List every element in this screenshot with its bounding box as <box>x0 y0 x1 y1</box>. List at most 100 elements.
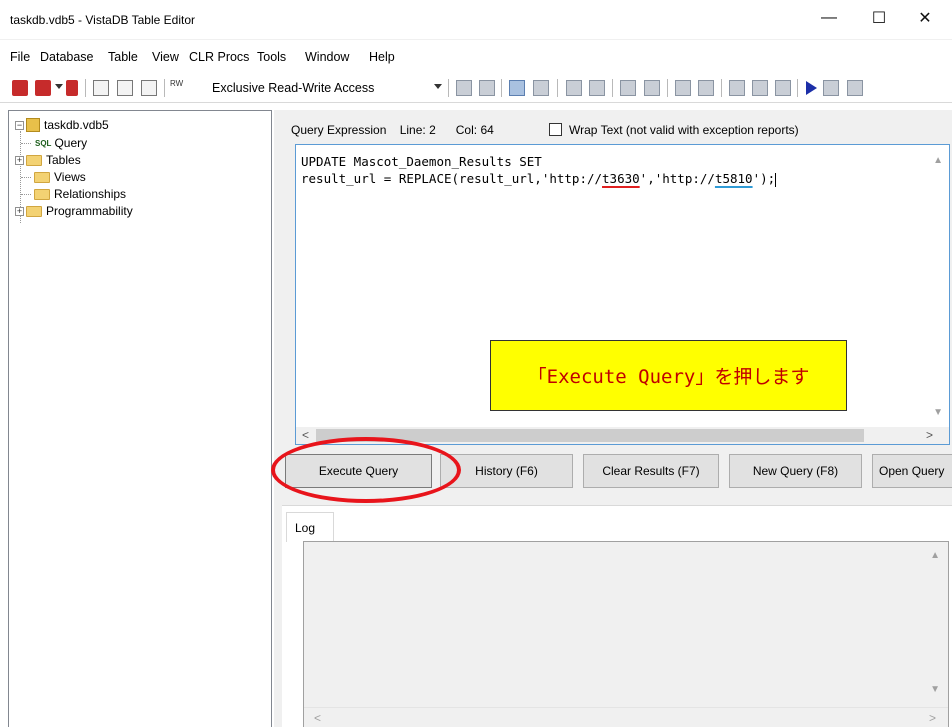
toolbar: RW Exclusive Read-Write Access <box>0 73 952 103</box>
scroll-left-icon[interactable]: < <box>314 711 321 725</box>
toolbar-separator <box>612 79 613 97</box>
instruction-callout: 「Execute Query」を押します <box>490 340 847 411</box>
expand-icon[interactable]: + <box>15 206 24 216</box>
panel-splitter[interactable] <box>274 110 282 727</box>
read-write-icon: RW <box>170 79 184 88</box>
wrap-text-label: Wrap Text (not valid with exception repo… <box>569 123 799 137</box>
spellcheck-underline-blue: t5810 <box>714 171 753 186</box>
code-line-2: result_url = REPLACE(result_url,'http://… <box>301 171 777 187</box>
access-mode-dropdown[interactable]: Exclusive Read-Write Access <box>212 81 374 95</box>
sql-run-icon[interactable] <box>117 80 133 96</box>
query-expression-label: Query Expression <box>291 123 387 137</box>
table-grid-icon[interactable] <box>456 80 472 96</box>
tool-icon[interactable] <box>775 80 791 96</box>
toolbar-separator <box>85 79 86 97</box>
key-delete-icon[interactable] <box>698 80 714 96</box>
db-close-icon[interactable] <box>12 80 28 96</box>
menu-clr-procs[interactable]: CLR Procs <box>189 50 249 64</box>
script-icon[interactable] <box>729 80 745 96</box>
db-open-icon[interactable] <box>35 80 51 96</box>
scroll-left-icon[interactable]: < <box>302 428 309 442</box>
scroll-right-icon[interactable]: > <box>926 428 933 442</box>
sql-export-icon[interactable] <box>141 80 157 96</box>
column-indicator: Col: 64 <box>455 123 494 137</box>
chevron-down-icon[interactable] <box>55 84 63 89</box>
text-caret <box>775 172 777 187</box>
database-tree[interactable]: − taskdb.vdb5 SQL Query + Tables Views R… <box>8 110 272 727</box>
wrap-text-checkbox[interactable] <box>549 123 562 136</box>
tree-node-views[interactable]: Views <box>34 169 86 185</box>
new-query-button[interactable]: New Query (F8) <box>729 454 862 488</box>
script-delete-icon[interactable] <box>752 80 768 96</box>
tree-node-root[interactable]: − taskdb.vdb5 <box>15 117 109 133</box>
toolbar-separator <box>797 79 798 97</box>
relation-icon[interactable] <box>566 80 582 96</box>
toolbar-separator <box>164 79 165 97</box>
maximize-button[interactable]: ☐ <box>856 0 902 36</box>
close-button[interactable]: ✕ <box>902 0 948 36</box>
index-icon[interactable] <box>509 80 525 96</box>
scroll-right-icon[interactable]: > <box>929 711 936 725</box>
index-delete-icon[interactable] <box>533 80 549 96</box>
column-icon[interactable] <box>620 80 636 96</box>
menu-tools[interactable]: Tools <box>257 50 286 64</box>
scroll-up-icon[interactable]: ▲ <box>933 155 943 166</box>
tree-node-label: taskdb.vdb5 <box>44 118 109 132</box>
code-segment: ','http:// <box>639 171 715 186</box>
menu-database[interactable]: Database <box>40 50 94 64</box>
menu-file[interactable]: File <box>10 50 30 64</box>
menu-help[interactable]: Help <box>369 50 395 64</box>
tree-node-programmability[interactable]: + Programmability <box>15 203 133 219</box>
toolbar-separator <box>667 79 668 97</box>
title-bar: taskdb.vdb5 - VistaDB Table Editor — ☐ ✕ <box>0 0 952 40</box>
relation-delete-icon[interactable] <box>589 80 605 96</box>
menu-window[interactable]: Window <box>305 50 349 64</box>
tree-node-relationships[interactable]: Relationships <box>34 186 126 202</box>
clear-results-button[interactable]: Clear Results (F7) <box>583 454 719 488</box>
code-segment: result_url = REPLACE(result_url,'http:// <box>301 171 603 186</box>
step-icon[interactable] <box>823 80 839 96</box>
menu-table[interactable]: Table <box>108 50 138 64</box>
scroll-down-icon[interactable]: ▼ <box>933 407 943 418</box>
tab-log[interactable]: Log <box>286 512 334 542</box>
tree-node-label: Programmability <box>46 204 133 218</box>
tree-node-label: Relationships <box>54 187 127 201</box>
menu-view[interactable]: View <box>152 50 179 64</box>
tree-node-tables[interactable]: + Tables <box>15 152 81 168</box>
key-icon[interactable] <box>675 80 691 96</box>
collapse-icon[interactable]: − <box>15 120 24 130</box>
toolbar-separator <box>721 79 722 97</box>
tree-node-query[interactable]: SQL Query <box>35 135 87 151</box>
horizontal-scrollbar[interactable]: < > <box>304 707 948 727</box>
highlight-ellipse <box>271 437 461 503</box>
query-status: Query Expression Line: 2 Col: 64 <box>291 123 494 137</box>
line-indicator: Line: 2 <box>399 123 436 137</box>
log-output[interactable]: ▲ ▼ < > <box>303 541 949 727</box>
tree-connector <box>21 143 31 144</box>
table-edit-icon[interactable] <box>479 80 495 96</box>
code-line-1: UPDATE Mascot_Daemon_Results SET <box>301 154 542 169</box>
scroll-up-icon[interactable]: ▲ <box>930 550 940 561</box>
tree-node-label: Tables <box>46 153 81 167</box>
column-delete-icon[interactable] <box>644 80 660 96</box>
open-query-button[interactable]: Open Query <box>872 454 952 488</box>
expand-icon[interactable]: + <box>15 155 24 165</box>
scroll-down-icon[interactable]: ▼ <box>930 684 940 695</box>
code-segment: '); <box>752 171 776 186</box>
query-text[interactable]: UPDATE Mascot_Daemon_Results SET result_… <box>301 153 777 187</box>
sql-query-icon: SQL <box>35 138 52 148</box>
run-icon[interactable] <box>806 81 817 95</box>
toolbar-separator <box>557 79 558 97</box>
spellcheck-underline-red: t3630 <box>602 171 640 186</box>
window-title: taskdb.vdb5 - VistaDB Table Editor <box>10 13 195 27</box>
sql-script-icon[interactable] <box>93 80 109 96</box>
tree-connector <box>21 177 31 178</box>
tree-node-label: Views <box>54 170 86 184</box>
settings-icon[interactable] <box>847 80 863 96</box>
db-small-icon[interactable] <box>66 80 78 96</box>
toolbar-separator <box>501 79 502 97</box>
database-icon <box>26 118 40 132</box>
chevron-down-icon[interactable] <box>434 84 442 89</box>
minimize-button[interactable]: — <box>806 0 852 36</box>
folder-icon <box>26 154 42 166</box>
